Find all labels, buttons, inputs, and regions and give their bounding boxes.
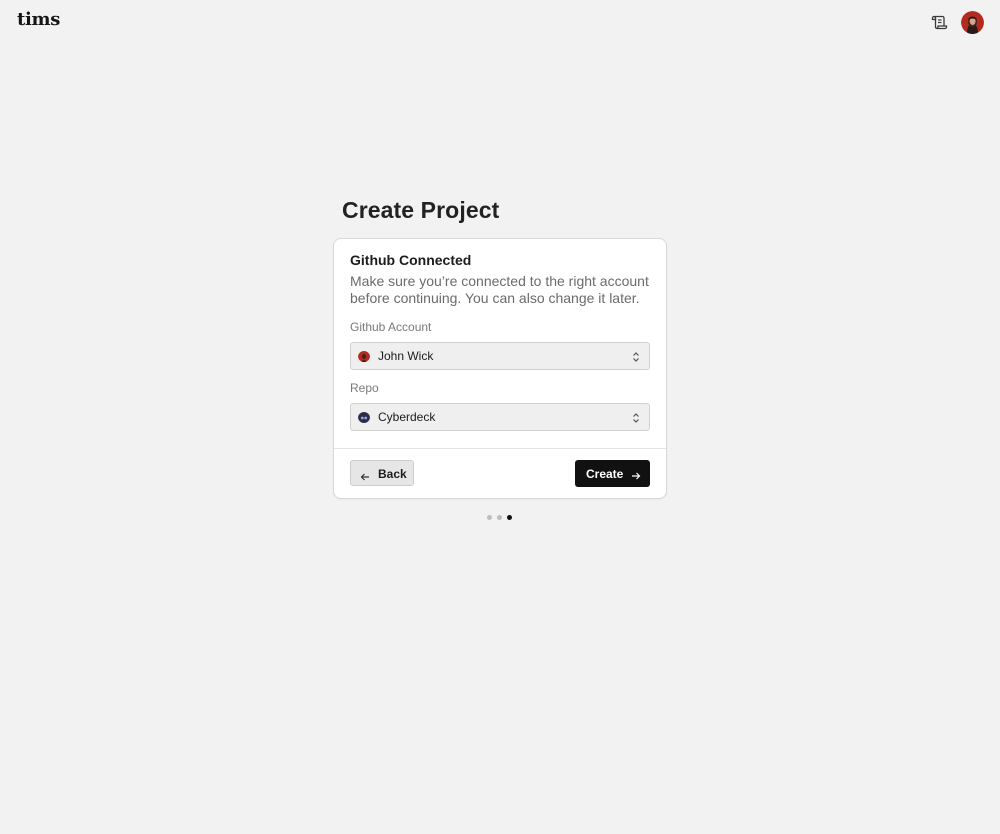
create-project-card: Github Connected Make sure you’re connec… <box>333 238 667 499</box>
repo-avatar-icon <box>358 411 370 423</box>
create-button-label: Create <box>586 467 624 481</box>
card-description: Make sure you’re connected to the right … <box>350 273 649 306</box>
arrow-right-icon <box>631 468 641 480</box>
back-button-label: Back <box>378 467 407 481</box>
repo-label: Repo <box>350 381 379 395</box>
scroll-icon[interactable] <box>929 12 949 32</box>
arrow-left-icon <box>360 469 370 481</box>
repo-value: Cyberdeck <box>378 410 436 424</box>
repo-select[interactable]: Cyberdeck <box>350 403 650 431</box>
github-account-select[interactable]: John Wick <box>350 342 650 370</box>
top-bar: tims <box>0 0 1000 44</box>
back-button[interactable]: Back <box>350 460 414 486</box>
avatar[interactable] <box>961 11 984 34</box>
step-indicator <box>487 515 517 521</box>
user-avatar-icon <box>358 350 370 362</box>
step-dot-2[interactable] <box>497 515 502 520</box>
card-heading: Github Connected <box>350 252 472 268</box>
chevron-up-down-icon <box>632 350 640 362</box>
chevron-up-down-icon <box>632 411 640 423</box>
create-button[interactable]: Create <box>575 460 650 487</box>
page-title: Create Project <box>342 197 500 223</box>
github-account-label: Github Account <box>350 320 432 334</box>
card-divider <box>334 448 666 449</box>
app-logo[interactable]: tims <box>17 9 60 30</box>
step-dot-1[interactable] <box>487 515 492 520</box>
github-account-value: John Wick <box>378 349 434 363</box>
step-dot-3[interactable] <box>507 515 512 520</box>
